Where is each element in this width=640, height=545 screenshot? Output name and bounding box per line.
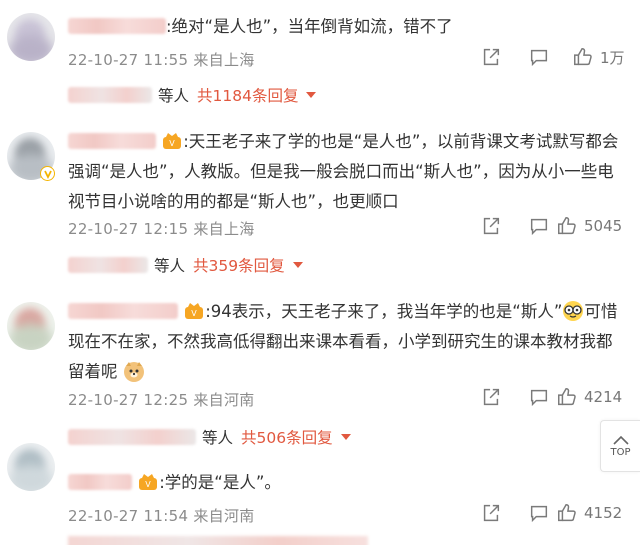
- reply-button[interactable]: [528, 215, 550, 237]
- reply-icon: [530, 389, 548, 407]
- like-count: 4214: [584, 388, 623, 406]
- like-count: 4152: [584, 504, 623, 522]
- avatar[interactable]: [7, 443, 55, 491]
- comment-text: V:94表示，天王老子来了，我当年学的也是“斯人” 可惜现在不在家，不然我高低得翻…: [68, 297, 628, 387]
- like-count: 5045: [584, 217, 623, 235]
- caret-down-icon: [292, 262, 303, 268]
- reply-button[interactable]: [528, 46, 550, 68]
- share-icon: [483, 217, 500, 235]
- comment-location: 来自上海: [193, 220, 255, 238]
- share-icon: [483, 388, 500, 406]
- caret-down-icon: [340, 434, 351, 440]
- reply-button[interactable]: [528, 502, 550, 524]
- reply-button[interactable]: [528, 386, 550, 408]
- reply-usernames: [68, 87, 152, 103]
- avatar[interactable]: [7, 13, 55, 61]
- like-button[interactable]: 1万: [572, 46, 625, 68]
- replies-toggle[interactable]: 等人 共506条回复: [68, 426, 351, 448]
- comment-time: 22-10-27 11:55: [68, 51, 189, 69]
- member-badge-icon: V: [185, 303, 204, 319]
- share-button[interactable]: [480, 386, 502, 408]
- comment-feed: :绝对“是人也”，当年倒背如流，错不了 22-10-27 11:55 来自上海 …: [0, 0, 640, 545]
- caret-down-icon: [306, 92, 317, 98]
- replies-toggle[interactable]: 等人 共359条回复: [68, 254, 303, 276]
- replies-others: 等人: [158, 87, 190, 105]
- share-button[interactable]: [480, 215, 502, 237]
- comment-meta: 22-10-27 12:15 来自上海: [68, 218, 255, 239]
- svg-text:V: V: [146, 480, 152, 489]
- svg-text:V: V: [192, 309, 198, 318]
- replies-others: 等人: [154, 257, 186, 275]
- comment-meta: 22-10-27 12:25 来自河南: [68, 389, 255, 410]
- share-icon: [483, 504, 500, 522]
- comment-body: :学的是“是人”。: [159, 473, 281, 492]
- comment-text: V:天王老子来了学的也是“是人也”，以前背课文考试默写都会强调“是人也”，人教版…: [68, 127, 628, 217]
- comment-body: :绝对“是人也”，当年倒背如流，错不了: [166, 17, 453, 36]
- share-icon: [483, 48, 500, 66]
- username[interactable]: [68, 474, 132, 490]
- replies-others: 等人: [202, 429, 234, 447]
- share-button[interactable]: [480, 46, 502, 68]
- like-button[interactable]: 4152: [556, 502, 622, 524]
- like-icon: [574, 48, 592, 66]
- svg-text:V: V: [170, 139, 176, 148]
- reply-icon: [530, 218, 548, 236]
- comment-meta: 22-10-27 11:54 来自河南: [68, 505, 255, 526]
- avatar[interactable]: [7, 302, 55, 350]
- username[interactable]: [68, 303, 178, 319]
- like-button[interactable]: 4214: [556, 386, 622, 408]
- reply-usernames: [68, 429, 196, 445]
- replies-count[interactable]: 共1184条回复: [197, 84, 298, 106]
- top-button-label: TOP: [610, 446, 631, 458]
- comment-time: 22-10-27 12:15: [68, 220, 189, 238]
- glasses-emoji-icon: [563, 301, 584, 321]
- share-button[interactable]: [480, 502, 502, 524]
- replies-count[interactable]: 共359条回复: [193, 254, 285, 276]
- comment-body: :94表示，天王老子来了，我当年学的也是“斯人”: [205, 302, 563, 321]
- arrow-up-icon: [612, 435, 629, 445]
- comment-text: :绝对“是人也”，当年倒背如流，错不了: [68, 12, 628, 42]
- comment-meta: 22-10-27 11:55 来自上海: [68, 49, 255, 70]
- reply-icon: [530, 505, 548, 523]
- comment-location: 来自河南: [193, 507, 255, 525]
- like-count: 1万: [600, 48, 625, 67]
- like-icon: [558, 217, 576, 235]
- member-badge-icon: V: [139, 474, 158, 490]
- reply-icon: [530, 49, 548, 67]
- next-comment-partial: [68, 536, 368, 545]
- comment-location: 来自上海: [193, 51, 255, 69]
- comment-time: 22-10-27 11:54: [68, 507, 189, 525]
- scroll-to-top-button[interactable]: TOP: [600, 420, 640, 472]
- like-icon: [558, 388, 576, 406]
- verified-icon: [40, 166, 55, 181]
- reply-usernames: [68, 257, 148, 273]
- comment-time: 22-10-27 12:25: [68, 391, 189, 409]
- comment-location: 来自河南: [193, 391, 255, 409]
- doge-emoji-icon: [123, 362, 144, 382]
- replies-toggle[interactable]: 等人 共1184条回复: [68, 84, 317, 106]
- member-badge-icon: V: [163, 133, 182, 149]
- comment-text: V :学的是“是人”。: [68, 468, 548, 498]
- replies-count[interactable]: 共506条回复: [241, 426, 333, 448]
- username[interactable]: [68, 18, 166, 34]
- like-icon: [558, 504, 576, 522]
- like-button[interactable]: 5045: [556, 215, 622, 237]
- username[interactable]: [68, 133, 156, 149]
